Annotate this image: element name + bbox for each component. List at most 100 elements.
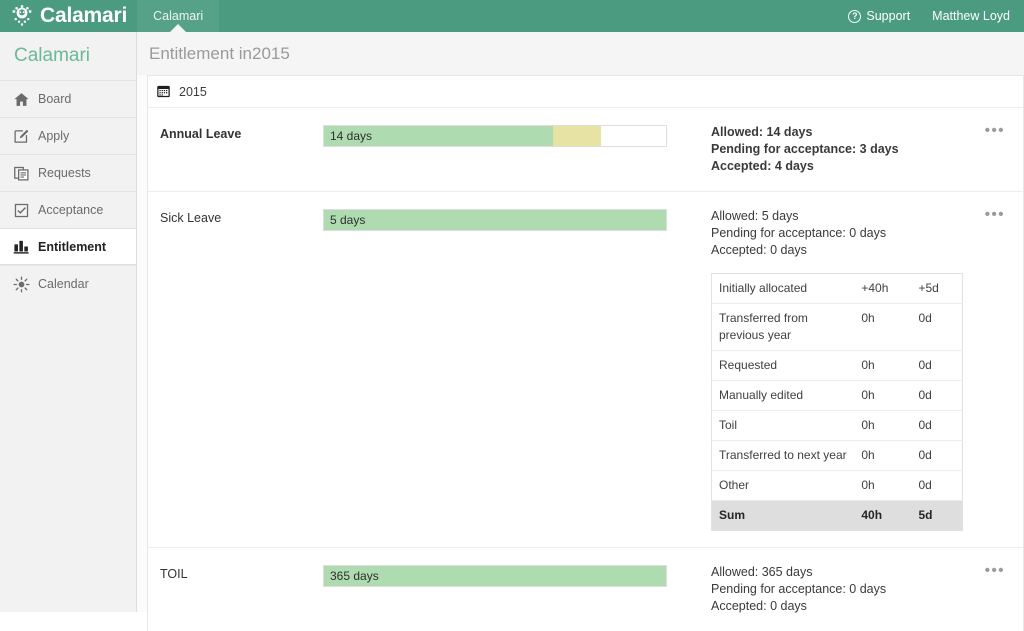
pending-text: Pending for acceptance: 0 days (711, 582, 887, 596)
accepted-text: Accepted: 0 days (711, 599, 807, 613)
pending-text: Pending for acceptance: 0 days (711, 226, 887, 240)
leave-row-annual-leave: Annual Leave 14 days Allowed: 14 days Pe… (148, 108, 1023, 192)
leave-info-annual-leave: Allowed: 14 days Pending for acceptance:… (678, 124, 1023, 175)
brand-logo[interactable]: Calamari (10, 0, 127, 32)
table-row: Toil 0h 0d (711, 410, 963, 441)
leave-row-sick-leave: Sick Leave 5 days Allowed: 5 days Pendin… (148, 192, 1023, 548)
leave-info-sick-leave: Allowed: 5 days Pending for acceptance: … (678, 208, 1023, 531)
allowed-text: Allowed: 365 days (711, 565, 813, 579)
question-circle-icon: ? (848, 9, 862, 23)
leave-name-sick-leave: Sick Leave (160, 211, 222, 225)
table-row: Other 0h 0d (711, 470, 963, 501)
accepted-text: Accepted: 0 days (711, 243, 807, 257)
brand-name: Calamari (40, 4, 128, 27)
leave-name-toil: TOIL (160, 567, 188, 581)
detail-row-hours: +40h (854, 273, 912, 304)
main-content: Entitlement in2015 2015 Annual Leave 14 … (137, 32, 1024, 631)
leave-name-annual-leave: Annual Leave (160, 127, 242, 141)
tab-calamari[interactable]: Calamari (137, 0, 220, 33)
sidebar-item-calendar[interactable]: Calendar (0, 265, 136, 302)
detail-row-name: Initially allocated (711, 273, 855, 304)
detail-row-hours: 40h (854, 500, 912, 531)
top-navigation-bar: Calamari Calamari ? Support Matthew Loyd (0, 0, 1024, 33)
detail-row-days: 0d (911, 380, 963, 411)
home-icon (14, 92, 29, 106)
bar-segment-accepted (324, 210, 666, 230)
year-label: 2015 (179, 84, 207, 99)
sidebar-item-apply[interactable]: Apply (0, 117, 136, 154)
pending-text: Pending for acceptance: 3 days (711, 142, 899, 156)
detail-row-days: 0d (911, 440, 963, 471)
detail-row-hours: 0h (854, 380, 912, 411)
detail-row-name: Transferred to next year (711, 440, 855, 471)
detail-row-days: 0d (911, 350, 963, 381)
detail-row-days: 0d (911, 303, 963, 351)
entitlement-detail-table: Initially allocated +40h +5d Transferred… (711, 273, 963, 531)
leave-menu-button-annual-leave[interactable]: ••• (985, 123, 1005, 138)
sidebar-item-requests-label: Requests (38, 166, 91, 180)
support-label: Support (866, 9, 911, 23)
sidebar-item-requests[interactable]: Requests (0, 154, 136, 191)
sidebar-item-acceptance[interactable]: Acceptance (0, 191, 136, 228)
year-selector[interactable]: 2015 (148, 76, 1023, 108)
sidebar-item-apply-label: Apply (38, 129, 70, 143)
sidebar-item-acceptance-label: Acceptance (38, 203, 104, 217)
table-row-sum: Sum 40h 5d (711, 500, 963, 531)
table-row: Requested 0h 0d (711, 350, 963, 381)
support-link[interactable]: ? Support (848, 9, 910, 23)
detail-row-name: Requested (711, 350, 855, 381)
entitlement-panel: 2015 Annual Leave 14 days Allowed: 14 da… (147, 75, 1024, 631)
entitlement-bar-toil: 365 days (323, 565, 667, 587)
accepted-text: Accepted: 4 days (711, 159, 814, 173)
detail-row-name: Toil (711, 410, 855, 441)
detail-row-hours: 0h (854, 440, 912, 471)
sidebar: Calamari Board Apply Requests Acceptance (0, 32, 137, 612)
detail-row-name: Other (711, 470, 855, 501)
detail-row-days: 5d (911, 500, 963, 531)
bar-label-sick-leave: 5 days (330, 213, 366, 227)
sun-icon (13, 275, 30, 293)
allowed-text: Allowed: 5 days (711, 209, 799, 223)
bar-segment-pending (552, 126, 602, 146)
detail-row-hours: 0h (854, 350, 912, 381)
detail-row-hours: 0h (854, 470, 912, 501)
detail-row-name: Manually edited (711, 380, 855, 411)
leave-bar-col-annual-leave: 14 days (323, 124, 678, 175)
documents-icon (14, 166, 29, 181)
leave-info-toil: Allowed: 365 days Pending for acceptance… (678, 564, 1023, 615)
detail-row-days: 0d (911, 470, 963, 501)
table-row: Transferred to next year 0h 0d (711, 440, 963, 471)
leave-bar-col-sick-leave: 5 days (323, 208, 678, 531)
detail-row-days: 0d (911, 410, 963, 441)
leave-menu-button-sick-leave[interactable]: ••• (985, 207, 1005, 222)
detail-row-hours: 0h (854, 410, 912, 441)
allowed-text: Allowed: 14 days (711, 125, 813, 139)
detail-row-days: +5d (911, 273, 963, 304)
bar-label-annual-leave: 14 days (330, 129, 373, 143)
ornate-squid-logo-icon (12, 5, 32, 26)
bar-label-toil: 365 days (330, 569, 379, 583)
entitlement-bar-sick-leave: 5 days (323, 209, 667, 231)
user-menu[interactable]: Matthew Loyd (932, 9, 1010, 23)
clipboard-check-icon (14, 203, 29, 217)
detail-row-name: Transferred from previous year (711, 303, 855, 351)
sidebar-title: Calamari (14, 45, 91, 66)
table-row: Transferred from previous year 0h 0d (711, 303, 963, 351)
tab-calamari-label: Calamari (153, 9, 204, 23)
calendar-icon (157, 85, 170, 98)
table-row: Manually edited 0h 0d (711, 380, 963, 411)
table-row: Initially allocated +40h +5d (711, 273, 963, 304)
page-title: Entitlement in2015 (137, 32, 1024, 75)
topbar-right-group: ? Support Matthew Loyd (848, 0, 1024, 32)
sidebar-item-board-label: Board (38, 92, 72, 106)
detail-row-hours: 0h (854, 303, 912, 351)
detail-row-name: Sum (711, 500, 855, 531)
sidebar-item-entitlement-label: Entitlement (38, 239, 107, 254)
leave-menu-button-toil[interactable]: ••• (985, 563, 1005, 578)
sidebar-item-calendar-label: Calendar (38, 277, 89, 291)
entitlement-bar-annual-leave: 14 days (323, 125, 667, 147)
sidebar-item-board[interactable]: Board (0, 80, 136, 117)
leave-row-toil: TOIL 365 days Allowed: 365 days Pending … (148, 548, 1023, 631)
leave-bar-col-toil: 365 days (323, 564, 678, 615)
sidebar-item-entitlement[interactable]: Entitlement (0, 228, 136, 265)
